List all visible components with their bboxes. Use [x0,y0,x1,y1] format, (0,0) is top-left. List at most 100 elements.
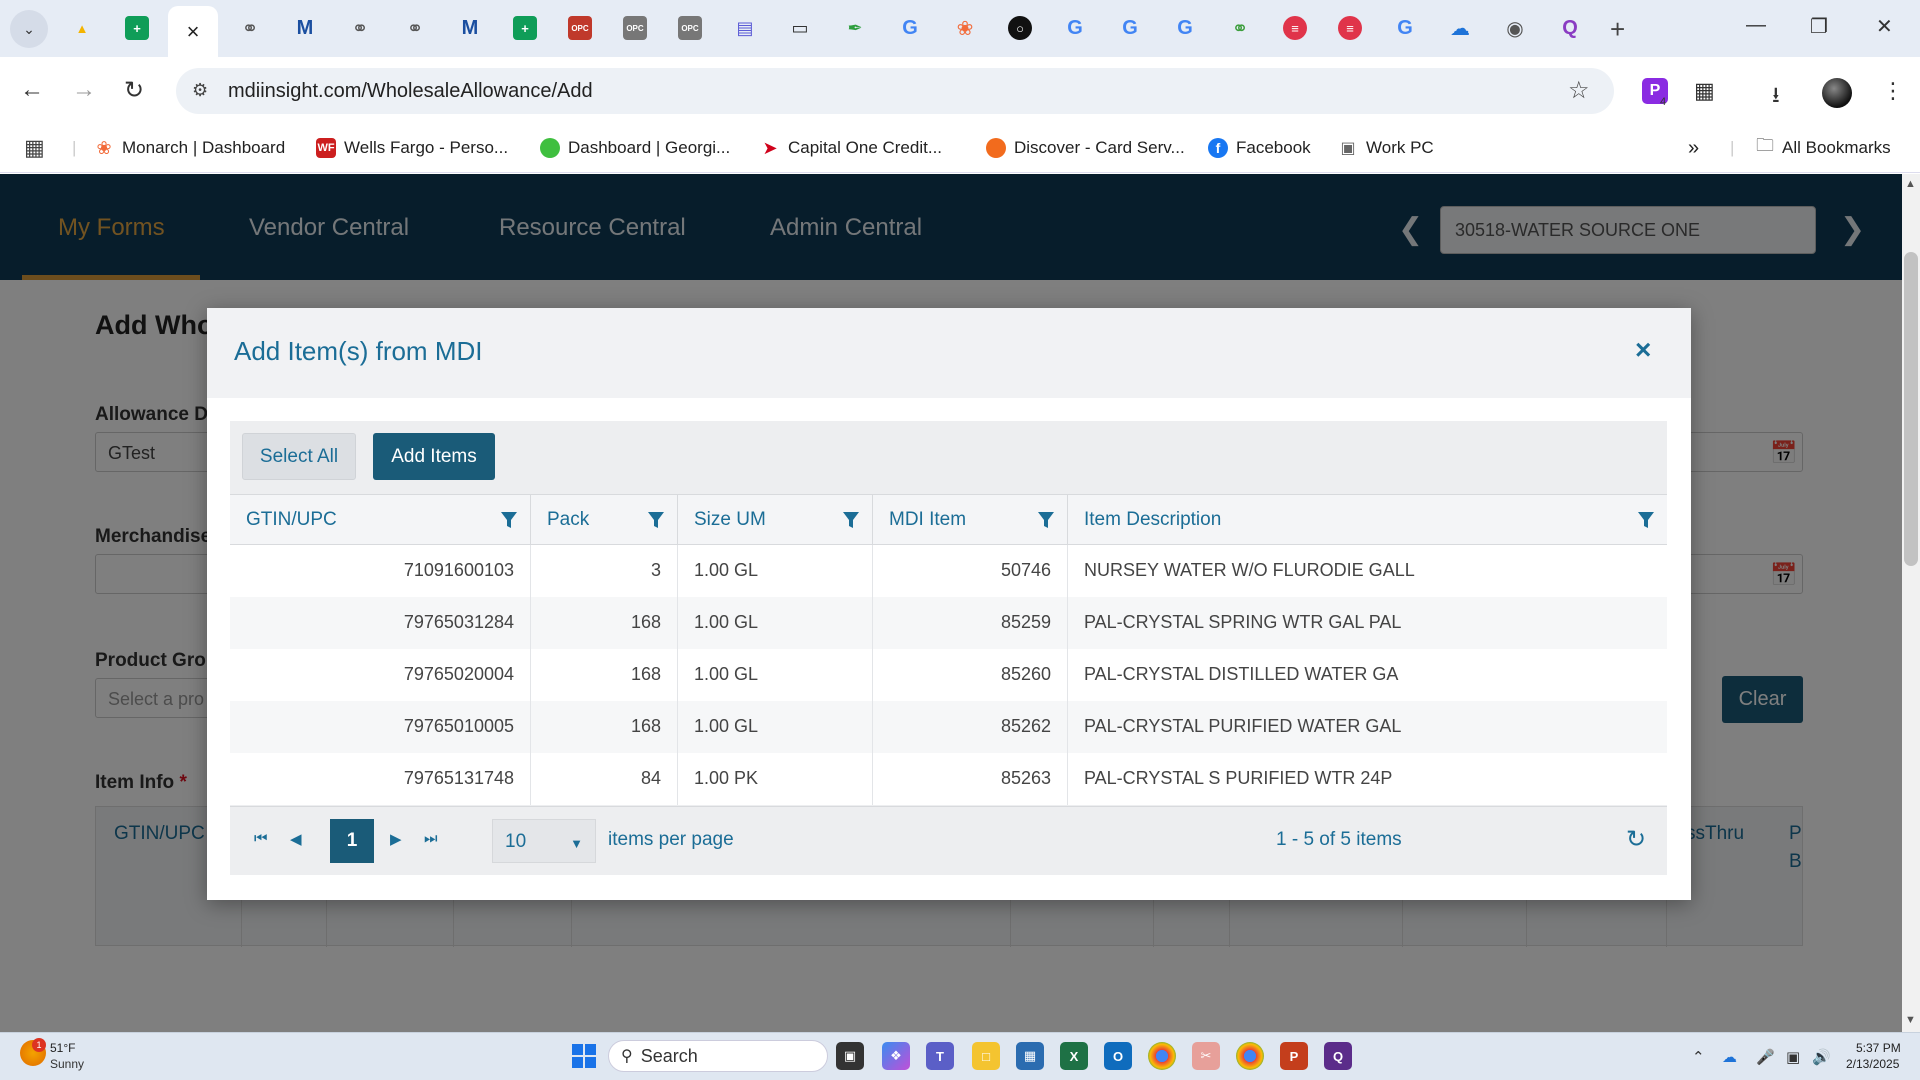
store-icon[interactable]: ▦ [1016,1042,1044,1070]
active-tab-close-icon[interactable]: × [168,6,218,57]
bookmark-capital-one[interactable]: ➤ Capital One Credit... [760,135,942,161]
first-page-icon[interactable]: ⏮ [254,830,268,847]
filter-icon[interactable] [1637,510,1655,530]
globe-tab-icon[interactable]: ⚭ [348,16,372,40]
tray-chevron-up-icon[interactable]: ⌃ [1692,1048,1705,1066]
extensions-puzzle-icon[interactable]: ▦ [1694,78,1715,104]
document-tab-icon[interactable]: ▭ [788,16,812,40]
weather-condition[interactable]: Sunny [50,1057,84,1071]
google-tab-icon[interactable]: G [1063,16,1087,40]
column-header-pack[interactable]: Pack [531,495,678,546]
table-row[interactable]: 79765010005 168 1.00 GL 85262 PAL-CRYSTA… [230,701,1667,753]
google-tab-icon[interactable]: G [1118,16,1142,40]
cloud-tab-icon[interactable]: ☁ [1448,16,1472,40]
select-all-button[interactable]: Select All [242,433,356,480]
bookmark-work-pc[interactable]: ▣ Work PC [1338,135,1433,161]
chrome-tab-icon[interactable]: ◉ [1503,16,1527,40]
onedrive-icon[interactable]: ☁ [1722,1048,1737,1066]
m-tab-icon[interactable]: M [293,16,317,40]
reload-icon[interactable]: ↻ [124,76,144,105]
current-page-button[interactable]: 1 [330,819,374,863]
google-tab-icon[interactable]: G [1173,16,1197,40]
q-tab-icon[interactable]: Q [1558,16,1582,40]
red-app-tab-icon[interactable]: ≡ [1338,16,1362,40]
excel-icon[interactable]: X [1060,1042,1088,1070]
m-tab-icon[interactable]: M [458,16,482,40]
site-info-icon[interactable]: ⚙ [192,80,208,101]
tab-search-chevron-icon[interactable]: ⌄ [10,10,48,48]
page-size-select[interactable]: 10 ▼ [492,819,596,863]
new-tab-plus-icon[interactable]: + [1610,14,1625,45]
filter-icon[interactable] [1037,510,1055,530]
column-header-mdi-item[interactable]: MDI Item [873,495,1068,546]
bookmark-star-icon[interactable]: ☆ [1568,76,1590,105]
opc-tab-icon[interactable]: OPC [678,16,702,40]
clock-time[interactable]: 5:37 PM [1856,1041,1901,1055]
bookmark-georgia[interactable]: Dashboard | Georgi... [540,135,730,161]
google-tab-icon[interactable]: G [1393,16,1417,40]
book-tab-icon[interactable]: ▤ [733,16,757,40]
clock-date[interactable]: 2/13/2025 [1846,1057,1899,1071]
feather-tab-icon[interactable]: ✒ [843,16,867,40]
weather-temperature[interactable]: 51°F [50,1041,75,1055]
previous-page-icon[interactable]: ◀ [290,830,302,848]
column-header-size-um[interactable]: Size UM [678,495,873,546]
google-sheets-tab-icon[interactable]: + [125,16,149,40]
next-page-icon[interactable]: ▶ [390,830,402,848]
chrome-icon[interactable] [1148,1042,1176,1070]
copilot-icon[interactable]: ❖ [882,1042,910,1070]
last-page-icon[interactable]: ⏭ [424,830,438,847]
refresh-icon[interactable]: ↻ [1626,825,1646,854]
filter-icon[interactable] [500,510,518,530]
opc-tab-icon[interactable]: OPC [623,16,647,40]
scroll-up-icon[interactable]: ▲ [1905,178,1916,190]
all-bookmarks[interactable]: 🗀 All Bookmarks [1756,135,1891,161]
downloads-icon[interactable]: ⭳ [1772,78,1780,116]
windows-start-icon[interactable] [572,1044,596,1068]
filter-icon[interactable] [647,510,665,530]
volume-icon[interactable]: 🔊 [1812,1048,1831,1066]
table-row[interactable]: 79765031284 168 1.00 GL 85259 PAL-CRYSTA… [230,597,1667,649]
bookmark-monarch[interactable]: ❀ Monarch | Dashboard [94,135,285,161]
table-row[interactable]: 71091600103 3 1.00 GL 50746 NURSEY WATER… [230,545,1667,597]
opc-tab-icon[interactable]: OPC [568,16,592,40]
google-tab-icon[interactable]: G [898,16,922,40]
more-bookmarks-chevron-icon[interactable]: » [1688,135,1699,161]
minimize-icon[interactable]: — [1746,14,1766,37]
taskbar-search-box[interactable]: ⚲ Search [608,1040,828,1072]
apps-grid-icon[interactable]: ▦ [24,135,45,161]
globe-tab-icon[interactable]: ⚭ [1228,16,1252,40]
microphone-icon[interactable]: 🎤 [1756,1048,1775,1066]
forward-arrow-icon[interactable]: → [72,76,96,104]
column-header-gtin[interactable]: GTIN/UPC [230,495,531,546]
task-view-icon[interactable]: ▣ [836,1042,864,1070]
back-arrow-icon[interactable]: ← [20,76,44,104]
teams-icon[interactable]: T [926,1042,954,1070]
bookmark-wells-fargo[interactable]: WF Wells Fargo - Perso... [316,135,508,161]
scrollbar-thumb[interactable] [1904,252,1918,566]
circle-tab-icon[interactable]: ○ [1008,16,1032,40]
menu-kebab-icon[interactable]: ⋮ [1882,78,1904,104]
chrome-profile-icon[interactable] [1236,1042,1264,1070]
red-app-tab-icon[interactable]: ≡ [1283,16,1307,40]
google-sheets-tab-icon[interactable]: + [513,16,537,40]
profile-avatar[interactable] [1822,78,1852,108]
close-window-icon[interactable]: ✕ [1876,14,1893,39]
add-items-button[interactable]: Add Items [373,433,495,480]
google-drive-tab-icon[interactable]: ▲ [70,16,94,40]
network-icon[interactable]: ▣ [1786,1048,1800,1066]
globe-tab-icon[interactable]: ⚭ [238,16,262,40]
monarch-tab-icon[interactable]: ❀ [953,16,977,40]
file-explorer-icon[interactable]: □ [972,1042,1000,1070]
bookmark-discover[interactable]: Discover - Card Serv... [986,135,1185,161]
url-text[interactable]: mdiinsight.com/WholesaleAllowance/Add [228,80,593,103]
snipping-tool-icon[interactable]: ✂ [1192,1042,1220,1070]
scroll-down-icon[interactable]: ▼ [1905,1014,1916,1026]
column-header-item-description[interactable]: Item Description [1068,495,1667,546]
table-row[interactable]: 79765131748 84 1.00 PK 85263 PAL-CRYSTAL… [230,753,1667,805]
restore-icon[interactable]: ❐ [1810,14,1828,39]
filter-icon[interactable] [842,510,860,530]
powerpoint-icon[interactable]: P [1280,1042,1308,1070]
close-icon[interactable]: × [1635,334,1651,366]
table-row[interactable]: 79765020004 168 1.00 GL 85260 PAL-CRYSTA… [230,649,1667,701]
